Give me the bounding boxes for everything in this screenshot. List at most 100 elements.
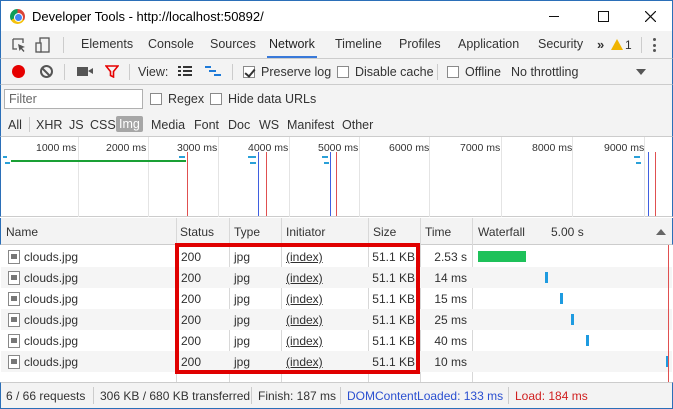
image-file-icon xyxy=(8,334,20,348)
overview-tick: 1000 ms xyxy=(36,142,77,154)
tab-console[interactable]: Console xyxy=(146,31,196,58)
type-filter-media[interactable]: Media xyxy=(151,118,185,132)
type-filter-xhr[interactable]: XHR xyxy=(36,118,62,132)
capture-screenshots-icon[interactable] xyxy=(77,67,93,76)
tab-application[interactable]: Application xyxy=(456,31,521,58)
type-filter-ws[interactable]: WS xyxy=(259,118,279,132)
waterfall-bar[interactable] xyxy=(571,314,575,325)
waterfall-bar[interactable] xyxy=(586,335,590,346)
type-filter-font[interactable]: Font xyxy=(194,118,219,132)
overview-waterfall-icon[interactable] xyxy=(205,65,221,77)
overview-dcl-line xyxy=(258,152,259,216)
cell-time: 2.53 s xyxy=(434,250,467,264)
filter-input[interactable] xyxy=(4,89,143,109)
column-header-initiator[interactable]: Initiator xyxy=(286,225,325,239)
cell-name: clouds.jpg xyxy=(24,355,79,369)
tabs-divider xyxy=(641,37,642,53)
cell-name: clouds.jpg xyxy=(24,250,79,264)
finish-time: Finish: 187 ms xyxy=(258,389,337,403)
toolbar-divider xyxy=(129,64,130,80)
image-file-icon xyxy=(8,355,20,369)
throttling-select[interactable]: No throttling xyxy=(511,65,578,79)
request-count: 6 / 66 requests xyxy=(6,389,86,403)
tab-network[interactable]: Network xyxy=(267,31,317,58)
overview-load-line xyxy=(266,152,267,216)
record-button[interactable] xyxy=(12,65,25,78)
overview-request-mark xyxy=(634,156,640,158)
close-button[interactable] xyxy=(627,1,673,31)
devtools-tabs-bar: Elements Console Sources Network Timelin… xyxy=(0,31,673,59)
offline-checkbox[interactable] xyxy=(447,66,459,78)
maximize-button[interactable] xyxy=(580,1,626,31)
hide-data-urls-label[interactable]: Hide data URLs xyxy=(228,92,316,106)
tab-timeline[interactable]: Timeline xyxy=(333,31,384,58)
type-filter-css[interactable]: CSS xyxy=(90,118,116,132)
waterfall-time-label: 5.00 s xyxy=(551,225,584,239)
overview-request-mark xyxy=(324,162,329,164)
status-divider xyxy=(251,387,252,404)
device-toolbar-icon[interactable] xyxy=(35,37,51,53)
close-icon xyxy=(644,10,656,22)
hide-data-urls-checkbox[interactable] xyxy=(210,93,222,105)
overview-request-mark xyxy=(250,162,256,164)
waterfall-bar[interactable] xyxy=(544,272,548,283)
more-tabs-button[interactable]: » xyxy=(597,37,604,52)
large-rows-icon[interactable] xyxy=(178,65,192,77)
disable-cache-checkbox[interactable] xyxy=(337,66,349,78)
image-file-icon xyxy=(8,271,20,285)
overview-request-mark xyxy=(248,156,256,158)
inspect-element-icon[interactable] xyxy=(11,37,27,53)
transferred-size: 306 KB / 680 KB transferred xyxy=(100,389,251,403)
preserve-log-label[interactable]: Preserve log xyxy=(261,65,331,79)
chevron-down-icon[interactable] xyxy=(636,69,646,75)
regex-checkbox[interactable] xyxy=(150,93,162,105)
minimize-button[interactable] xyxy=(531,1,577,31)
image-file-icon xyxy=(8,313,20,327)
tabs-divider xyxy=(63,37,64,53)
sort-up-icon[interactable] xyxy=(656,229,666,235)
type-filter-img[interactable]: Img xyxy=(116,116,143,132)
overview-tick: 4000 ms xyxy=(248,142,289,154)
column-header-size[interactable]: Size xyxy=(373,225,396,239)
network-toolbar: View: Preserve log Disable cache Offline… xyxy=(0,59,673,85)
column-header-status[interactable]: Status xyxy=(180,225,214,239)
preserve-log-checkbox[interactable] xyxy=(243,66,255,78)
title-bar: Developer Tools - http://localhost:50892… xyxy=(0,0,673,31)
overview-gridline xyxy=(289,137,290,217)
column-header-type[interactable]: Type xyxy=(234,225,260,239)
cell-name: clouds.jpg xyxy=(24,271,79,285)
regex-label[interactable]: Regex xyxy=(168,92,204,106)
window-title: Developer Tools - http://localhost:50892… xyxy=(32,9,264,24)
column-header-time[interactable]: Time xyxy=(425,225,451,239)
view-label: View: xyxy=(138,65,169,79)
tab-sources[interactable]: Sources xyxy=(208,31,258,58)
type-filter-other[interactable]: Other xyxy=(342,118,373,132)
offline-label[interactable]: Offline xyxy=(465,65,501,79)
overview-gridline xyxy=(501,137,502,217)
status-divider xyxy=(93,387,94,404)
overview-request-mark xyxy=(322,156,328,158)
clear-button[interactable] xyxy=(40,65,53,78)
filter-icon[interactable] xyxy=(105,65,119,78)
cell-name: clouds.jpg xyxy=(24,292,79,306)
type-filter-doc[interactable]: Doc xyxy=(228,118,250,132)
disable-cache-label[interactable]: Disable cache xyxy=(355,65,434,79)
column-header-name[interactable]: Name xyxy=(6,225,38,239)
waterfall-bar[interactable] xyxy=(478,251,527,262)
tab-elements[interactable]: Elements xyxy=(79,31,135,58)
column-header-waterfall[interactable]: Waterfall xyxy=(478,225,525,239)
image-file-icon xyxy=(8,292,20,306)
type-filter-manifest[interactable]: Manifest xyxy=(287,118,334,132)
overview-tick: 8000 ms xyxy=(532,142,573,154)
tab-security[interactable]: Security xyxy=(536,31,585,58)
overview-dcl-line xyxy=(330,152,331,216)
type-divider xyxy=(29,117,30,132)
waterfall-bar[interactable] xyxy=(559,293,563,304)
tab-profiles[interactable]: Profiles xyxy=(397,31,443,58)
status-divider xyxy=(340,387,341,404)
warning-count[interactable]: 1 xyxy=(625,38,632,52)
type-filter-all[interactable]: All xyxy=(8,118,22,132)
more-options-icon[interactable] xyxy=(653,38,657,52)
type-filter-js[interactable]: JS xyxy=(69,118,84,132)
warning-icon[interactable] xyxy=(611,39,623,50)
